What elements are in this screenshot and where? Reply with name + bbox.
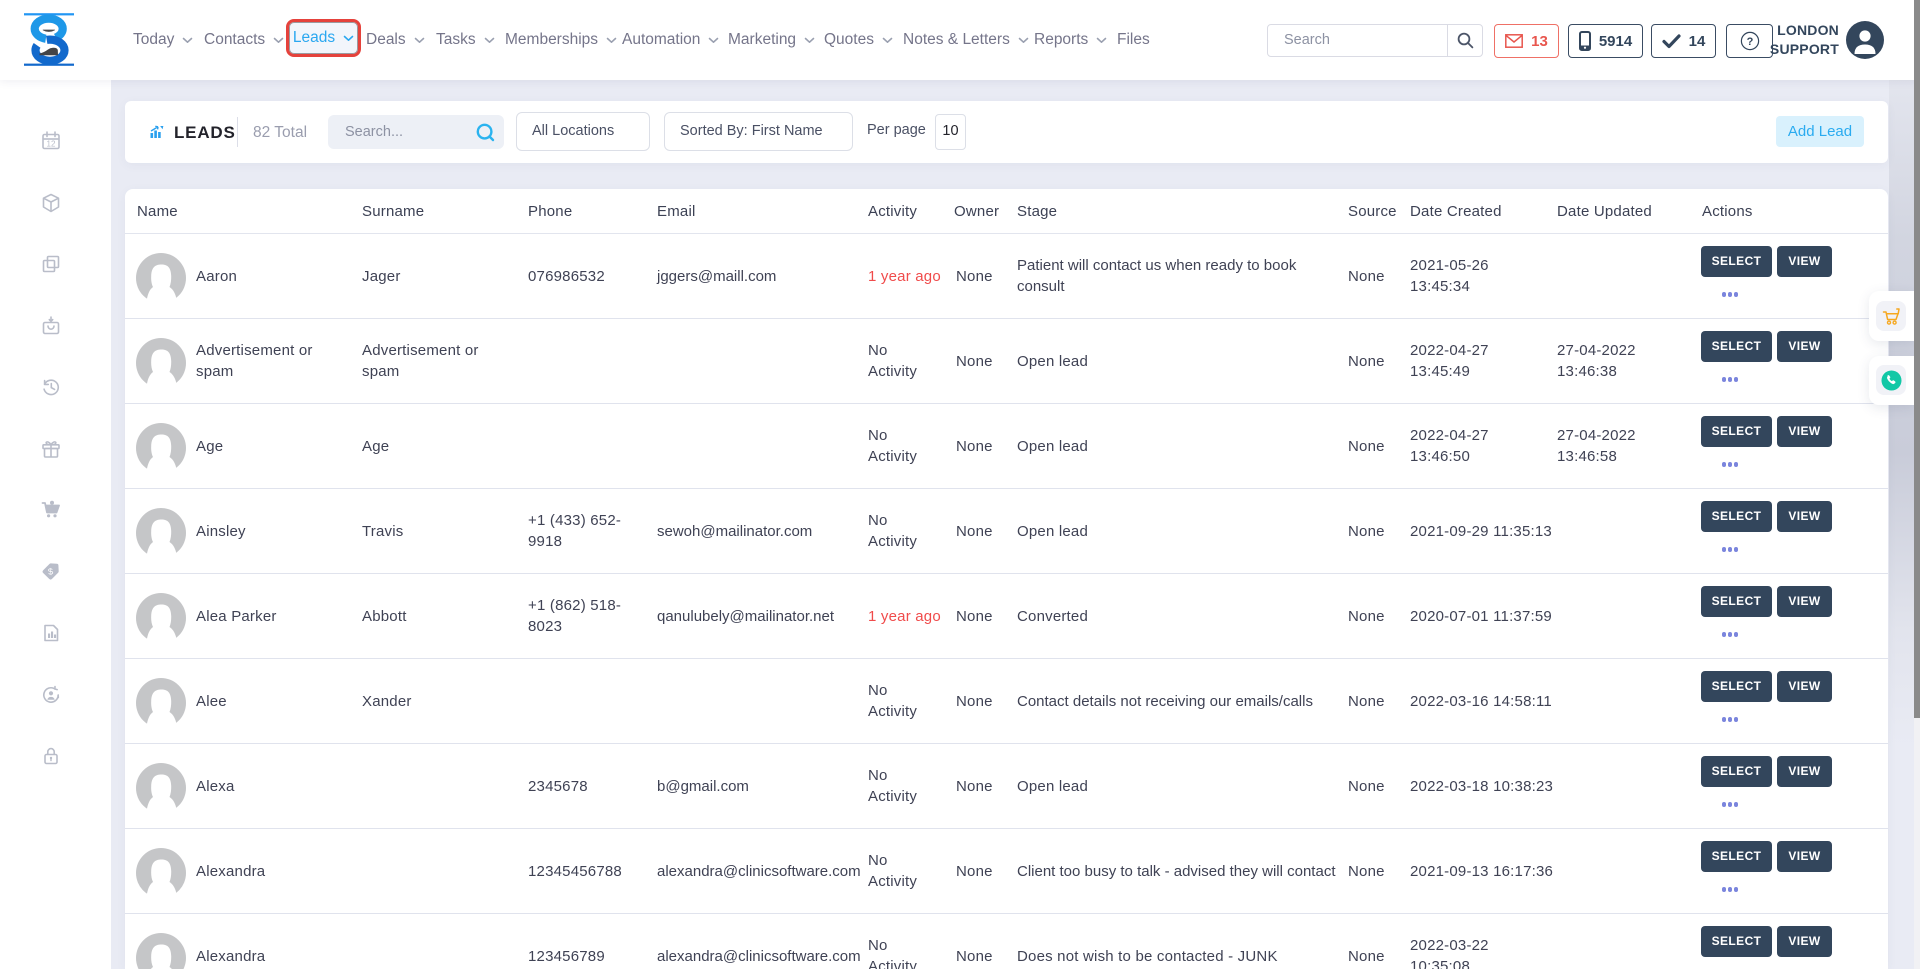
svg-text:12: 12 [47, 140, 56, 149]
